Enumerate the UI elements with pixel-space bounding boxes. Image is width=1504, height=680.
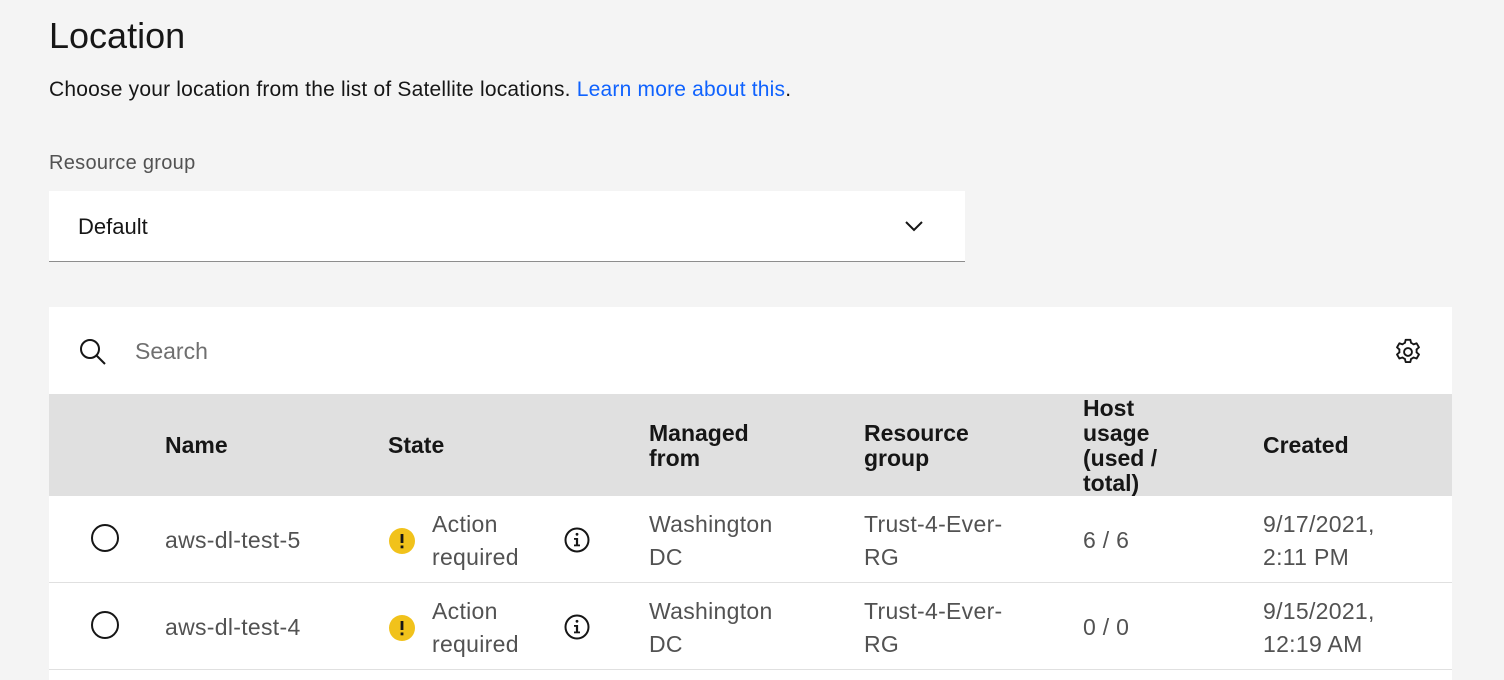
location-state: Action required [432,511,519,570]
table-toolbar [49,307,1452,394]
column-header-host-usage[interactable]: Host usage (used / total) [1083,396,1193,496]
column-header-name[interactable]: Name [165,433,345,458]
location-host-usage: 6 / 6 [1083,527,1130,553]
locations-table: Name State Managed from Resource group H… [49,307,1452,680]
info-icon[interactable] [563,613,591,641]
table-row[interactable]: aws-dl-test-5 Action required Washington… [49,496,1452,583]
location-created: 9/17/2021, 2:11 PM [1263,511,1375,570]
location-resource-group: Trust-4-Ever-RG [864,511,1003,570]
column-header-created[interactable]: Created [1263,433,1423,458]
warning-icon [389,615,415,641]
location-name: aws-dl-test-4 [165,614,301,640]
info-icon[interactable] [563,526,591,554]
description-end: . [785,78,792,101]
warning-icon [389,528,415,554]
column-header-state[interactable]: State [388,433,588,458]
page-title: Location [49,15,186,56]
location-host-usage: 0 / 0 [1083,614,1130,640]
column-header-managed-from[interactable]: Managed from [649,421,789,471]
search-input[interactable] [135,331,1335,371]
row-select-radio[interactable] [91,524,119,552]
search-icon [80,339,106,365]
resource-group-dropdown[interactable]: Default [49,191,965,262]
chevron-down-icon [905,221,923,232]
resource-group-label: Resource group [49,152,196,174]
row-select-radio[interactable] [91,611,119,639]
location-managed-from: Washington DC [649,598,773,657]
location-resource-group: Trust-4-Ever-RG [864,598,1003,657]
resource-group-selected-value: Default [78,214,148,239]
column-header-resource-group[interactable]: Resource group [864,421,1004,471]
gear-icon[interactable] [1393,336,1423,366]
location-managed-from: Washington DC [649,511,773,570]
location-name: aws-dl-test-5 [165,527,301,553]
description-text: Choose your location from the list of Sa… [49,78,571,101]
table-header: Name State Managed from Resource group H… [49,394,1452,496]
location-created: 9/15/2021, 12:19 AM [1263,598,1375,657]
table-row[interactable]: aws-dl-test-4 Action required Washington… [49,583,1452,670]
page: Location Choose your location from the l… [0,0,1504,680]
location-state: Action required [432,598,519,657]
page-description: Choose your location from the list of Sa… [49,76,791,104]
learn-more-link[interactable]: Learn more about this [577,78,786,101]
